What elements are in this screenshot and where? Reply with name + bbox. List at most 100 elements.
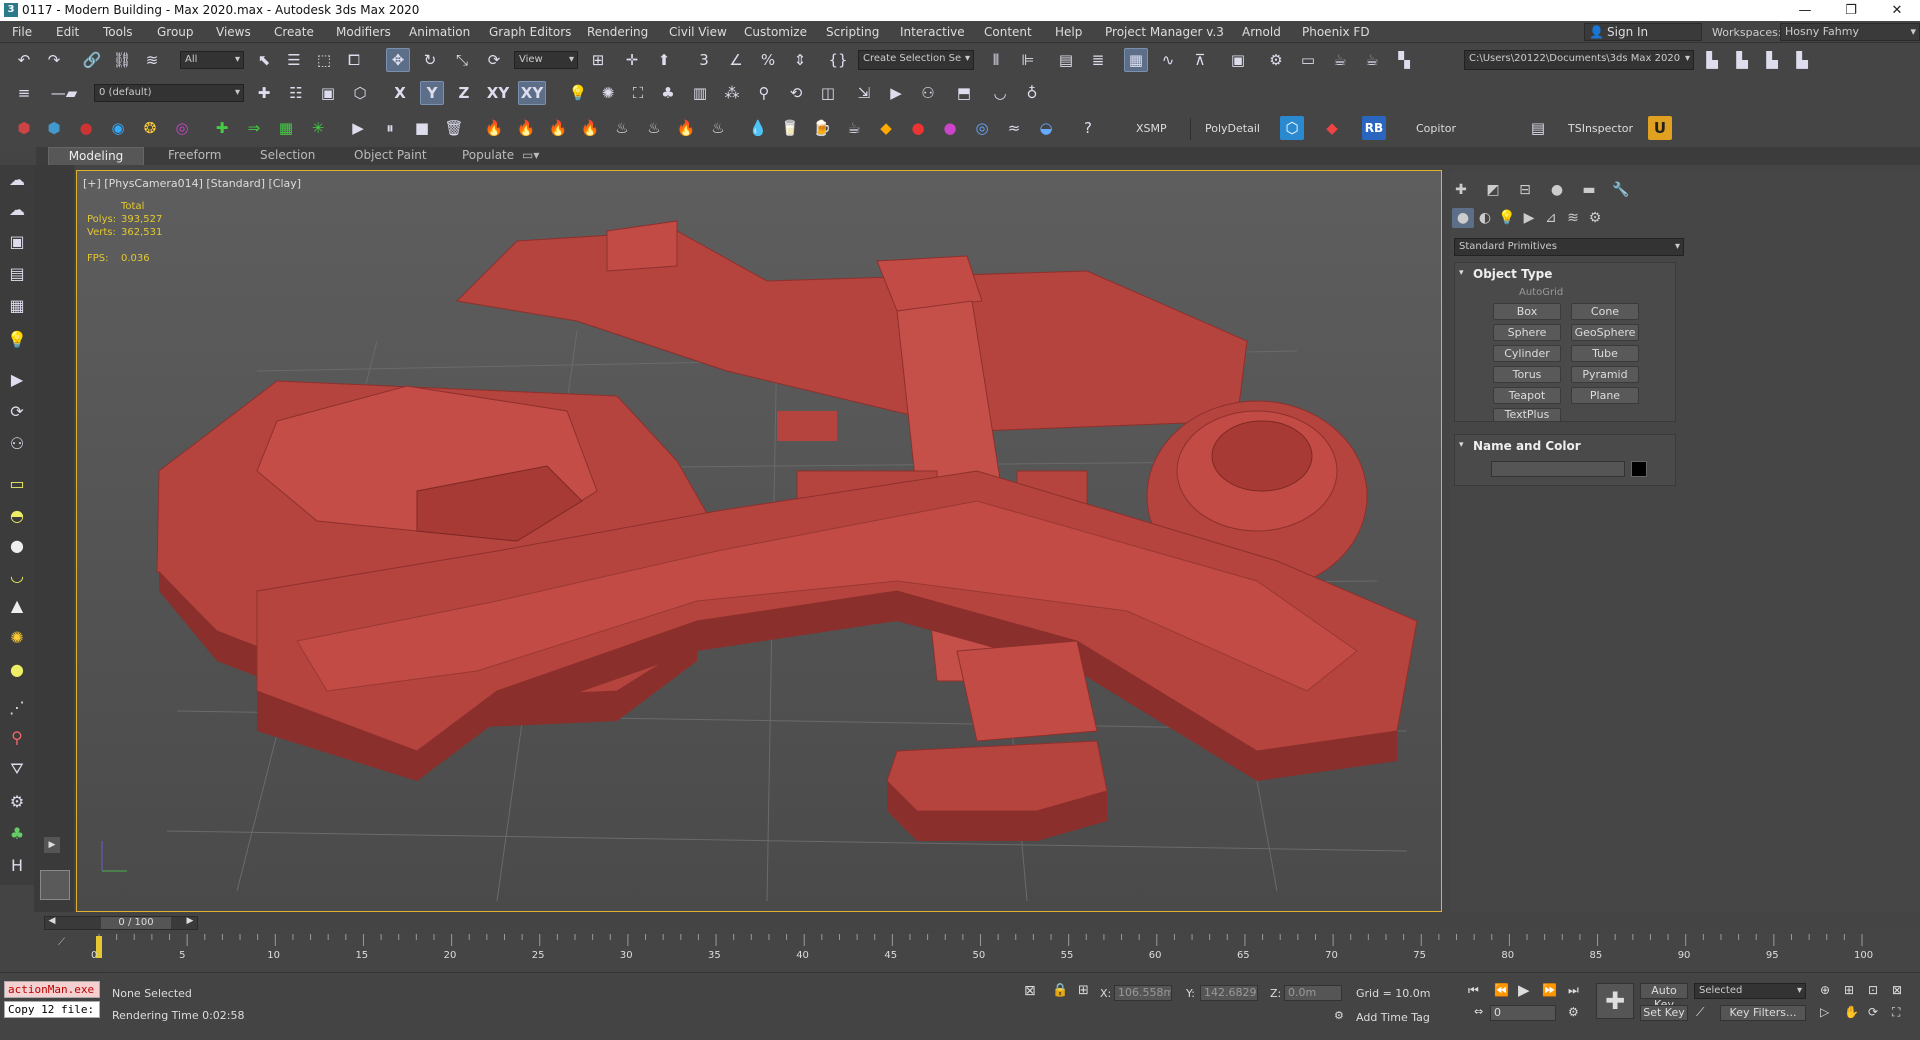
render-setup-icon[interactable]: ⚙ (1264, 48, 1288, 72)
window-crossing-icon[interactable]: ⧠ (342, 48, 366, 72)
current-frame-field[interactable]: 0 (1490, 1005, 1556, 1021)
help-icon[interactable]: ? (1076, 116, 1100, 140)
smoke-preset-1-icon[interactable]: ♨ (610, 116, 634, 140)
prev-key-icon[interactable]: ⏪ (1494, 983, 1509, 997)
viewport-layout-thumb[interactable] (40, 870, 70, 900)
create-tab-icon[interactable]: ✚ (1450, 180, 1472, 200)
project-icon-4[interactable]: ▙ (1790, 48, 1814, 72)
bone-icon[interactable]: ⚲ (3, 723, 31, 751)
next-frame-icon[interactable]: ▶ (183, 916, 197, 926)
cone-button[interactable]: Cone (1571, 303, 1639, 320)
scale-icon[interactable]: ⤡ (450, 48, 474, 72)
plugin-u-icon[interactable]: U (1648, 116, 1672, 140)
key-mode-dropdown[interactable]: Selected (1694, 983, 1806, 999)
undo-icon[interactable]: ↶ (12, 48, 36, 72)
reference-coord-dropdown[interactable]: View (514, 51, 578, 69)
torus-button[interactable]: Torus (1493, 366, 1561, 383)
maximize-viewport-icon[interactable]: ⛶ (1892, 1005, 1900, 1020)
bowl-prim-icon[interactable]: ◡ (3, 561, 31, 589)
phoenix-liquid-icon[interactable]: ⬢ (42, 116, 66, 140)
menu-edit[interactable]: Edit (56, 25, 79, 39)
object-color-swatch[interactable] (1631, 461, 1647, 477)
phoenix-fire-icon[interactable]: ⬢ (12, 116, 36, 140)
project-icon-2[interactable]: ▙ (1730, 48, 1754, 72)
ribbon-options-icon[interactable]: ▭▾ (516, 147, 545, 165)
pause-icon[interactable]: ⏸ (378, 116, 402, 140)
object-type-header[interactable]: Object Type (1473, 267, 1552, 281)
ocean-preset-2-icon[interactable]: ◒ (1034, 116, 1058, 140)
maxscript-listener-2[interactable]: Copy 12 file: (4, 1001, 100, 1018)
liquid-preset-1-icon[interactable]: 💧 (746, 116, 770, 140)
space-warps-icon[interactable]: ≋ (1562, 208, 1584, 228)
menu-phoenix-fd[interactable]: Phoenix FD (1302, 25, 1370, 39)
play-icon[interactable]: ▶ (346, 116, 370, 140)
ribbon-toggle-icon[interactable]: ▦ (1124, 48, 1148, 72)
select-by-name-icon[interactable]: ☰ (282, 48, 306, 72)
tab-object-paint[interactable]: Object Paint (336, 147, 445, 165)
material-editor-icon[interactable]: ▣ (1226, 48, 1250, 72)
key-filters-button[interactable]: Key Filters... (1720, 1005, 1806, 1021)
scene-explorer-icon[interactable]: ▤ (1054, 48, 1078, 72)
menu-arnold[interactable]: Arnold (1242, 25, 1281, 39)
layer-visibility-icon[interactable]: —▰ (42, 81, 86, 105)
fire-preset-2-icon[interactable]: 🔥 (514, 116, 538, 140)
rect-prim-icon[interactable]: ▭ (3, 469, 31, 497)
sphere-prim-icon[interactable]: ● (3, 531, 31, 559)
sphere-button[interactable]: Sphere (1493, 324, 1561, 341)
key-tangent-icon[interactable]: ⟋ (1696, 1005, 1704, 1020)
add-time-tag[interactable]: Add Time Tag (1356, 1011, 1430, 1024)
list-icon[interactable]: ▤ (3, 259, 31, 287)
axis-xy-button[interactable]: XY (484, 81, 512, 105)
percent-snap-icon[interactable]: % (756, 48, 780, 72)
phoenix-particle-icon[interactable]: ❂ (138, 116, 162, 140)
pan-icon[interactable]: ✋ (1844, 1005, 1859, 1019)
menu-help[interactable]: Help (1055, 25, 1082, 39)
helpers-icon[interactable]: ⊿ (1540, 208, 1562, 228)
project-icon-3[interactable]: ▙ (1760, 48, 1784, 72)
perspective-viewport[interactable]: [+] [PhysCamera014] [Standard] [Clay] To… (76, 170, 1442, 912)
liquid-preset-3-icon[interactable]: 🍺 (810, 116, 834, 140)
cycle-icon[interactable]: ⟲ (784, 81, 808, 105)
curve-editor-icon[interactable]: ∿ (1156, 48, 1180, 72)
menu-civil-view[interactable]: Civil View (669, 25, 727, 39)
play-animation-icon[interactable]: ▶ (1518, 981, 1530, 999)
isolate-icon[interactable]: ⊠ (1024, 983, 1036, 999)
stop-icon[interactable]: ■ (410, 116, 434, 140)
camera-icon[interactable]: ⛶ (626, 81, 650, 105)
orbit-icon[interactable]: ⟳ (1868, 1005, 1878, 1019)
liquid-preset-7-icon[interactable]: ● (938, 116, 962, 140)
zoom-extents-all-icon[interactable]: ⊠ (1892, 983, 1902, 997)
edit-named-selection-icon[interactable]: {} (826, 48, 850, 72)
zoom-extents-icon[interactable]: ⊡ (1868, 983, 1878, 997)
scene-icon[interactable]: ▣ (3, 227, 31, 255)
rect-selection-icon[interactable]: ⬚ (312, 48, 336, 72)
nodes-icon[interactable]: ⚇ (916, 81, 940, 105)
dome-prim-icon[interactable]: ◓ (3, 501, 31, 529)
menu-create[interactable]: Create (274, 25, 314, 39)
current-layer-dropdown[interactable]: 0 (default) (94, 84, 244, 102)
name-color-header[interactable]: Name and Color (1473, 439, 1581, 453)
group-icon[interactable]: ⚇ (3, 429, 31, 457)
phoenix-grid-icon[interactable]: ▦ (274, 116, 298, 140)
display-tab-icon[interactable]: ▬ (1578, 180, 1600, 200)
hair-icon[interactable]: H (3, 851, 31, 879)
category-dropdown[interactable]: Standard Primitives (1454, 238, 1684, 256)
layer-stack-icon[interactable]: ☷ (284, 81, 308, 105)
layer-explorer-icon[interactable]: ≣ (1086, 48, 1110, 72)
render-production-icon[interactable]: ☕ (1328, 48, 1352, 72)
selection-filter-dropdown[interactable]: All (180, 51, 244, 69)
key-mode-icon[interactable]: ⇔ (1474, 1005, 1483, 1018)
light-icon[interactable]: 💡 (566, 81, 590, 105)
prev-frame-icon[interactable]: ◀ (45, 916, 59, 926)
tsinspector-label[interactable]: TSInspector (1568, 122, 1633, 135)
tab-selection[interactable]: Selection (242, 147, 333, 165)
cone-prim-icon[interactable]: ▲ (3, 591, 31, 619)
time-slider-frame[interactable]: 0 / 100 (101, 917, 171, 929)
plugin-diamond-icon[interactable]: ◆ (1320, 116, 1344, 140)
liquid-preset-2-icon[interactable]: 🥛 (778, 116, 802, 140)
mirror-icon[interactable]: ⫴ (984, 48, 1008, 72)
absolute-mode-icon[interactable]: ⊞ (1078, 983, 1089, 998)
tree-icon[interactable]: ♣ (656, 81, 680, 105)
collapse-icon[interactable]: ▾ (1459, 268, 1464, 278)
time-slider[interactable]: ◀ 0 / 100 ▶ (44, 916, 198, 930)
